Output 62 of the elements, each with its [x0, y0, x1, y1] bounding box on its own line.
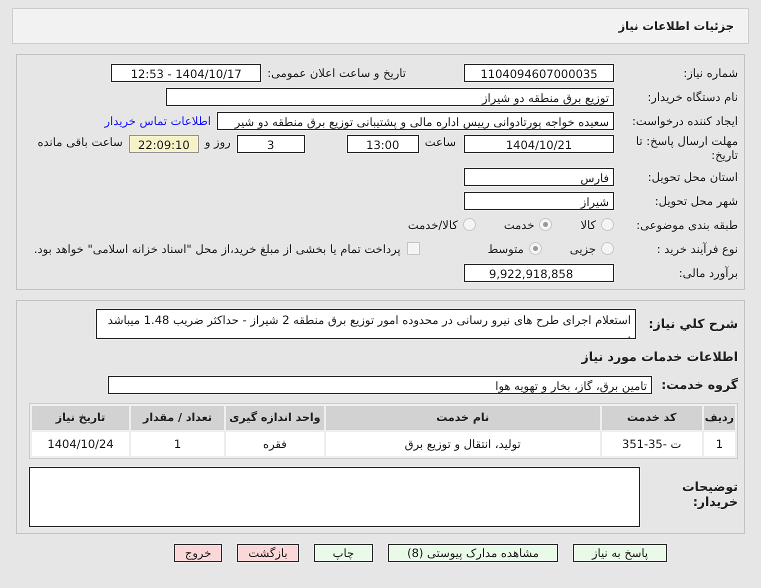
action-button[interactable]: مشاهده مدارک پیوستی (8): [388, 544, 558, 562]
text-field[interactable]: 1404/10/17 - 12:53: [111, 64, 262, 82]
field-label: شماره نیاز:: [682, 66, 738, 80]
radio-button[interactable]: [601, 242, 614, 256]
field-label: گروه خدمت:: [660, 377, 738, 392]
radio-label: کالا: [580, 218, 596, 232]
column-header: ردیف: [704, 406, 735, 430]
description-field[interactable]: استعلام اجرای طرح های نیرو رسانی در محدوده امور توزیع برق منطقه 2 شیراز - حداکثر ضریب 1.48 میباشد .: [96, 308, 636, 339]
table-cell: فقره: [226, 432, 324, 456]
action-button[interactable]: خروج: [174, 544, 222, 562]
text-field[interactable]: 1404/10/21: [464, 135, 614, 153]
column-header: تاریخ نیاز: [32, 406, 130, 430]
table-cell: ت -35-351: [602, 432, 702, 456]
field-label: ساعت: [424, 135, 456, 149]
text-field[interactable]: فارس: [464, 168, 614, 186]
radio-button[interactable]: [539, 218, 552, 232]
text-field[interactable]: 1104094607000035: [464, 64, 614, 82]
radio-button[interactable]: [528, 242, 542, 256]
column-header: نام خدمت: [326, 406, 600, 430]
action-button[interactable]: چاپ: [314, 544, 374, 562]
action-button[interactable]: پاسخ به نیاز: [572, 544, 668, 562]
field-label: نام دستگاه خریدار:: [646, 90, 738, 104]
table-cell: تولید، انتقال و توزیع برق: [326, 432, 600, 456]
field-label: شرح کلي نياز:: [648, 316, 738, 332]
radio-label: جزیی: [570, 242, 596, 256]
radio-button[interactable]: [601, 218, 614, 232]
table-cell: 1404/10/24: [32, 432, 130, 456]
field-label: توضیحات خریدار:: [681, 478, 738, 509]
field-label: طبقه بندی موضوعی:: [635, 218, 738, 232]
text-field[interactable]: توزیع برق منطقه دو شیراز: [166, 88, 614, 106]
text-field[interactable]: 9,922,918,858: [464, 264, 614, 282]
action-button[interactable]: بازگشت: [237, 544, 299, 562]
field-label: استان محل تحویل:: [646, 170, 738, 184]
notes-field[interactable]: [29, 466, 640, 527]
text-field[interactable]: 3: [236, 135, 305, 153]
column-header: کد خدمت: [602, 406, 702, 430]
text-field[interactable]: شیراز: [464, 192, 614, 210]
checkbox[interactable]: [406, 242, 420, 256]
field-label: برآورد مالی:: [678, 266, 738, 280]
text-field[interactable]: 13:00: [346, 135, 419, 153]
text-field[interactable]: تامین برق، گاز، بخار و تهویه هوا: [108, 376, 652, 394]
radio-label: کالا/خدمت: [408, 218, 458, 232]
field-label: ساعت باقی مانده: [38, 135, 123, 149]
field-label: ایجاد کننده درخواست:: [631, 114, 738, 128]
section-title: اطلاعات خدمات مورد نیاز: [582, 349, 738, 364]
radio-label: خدمت: [504, 218, 534, 232]
column-header: واحد اندازه گیری: [226, 406, 324, 430]
field-label: تاریخ و ساعت اعلان عمومی:: [267, 66, 406, 80]
checkbox-label: پرداخت تمام یا بخشی از مبلغ خرید،از محل "اسناد خزانه اسلامی" خواهد بود.: [34, 242, 401, 256]
contact-link[interactable]: اطلاعات تماس خریدار: [104, 114, 211, 128]
text-field[interactable]: سعیده خواجه پورتادوانی رییس اداره مالی و پشتیبانی توزیع برق منطقه دو شیر: [217, 112, 614, 130]
field-label: نوع فرآیند خرید :: [656, 242, 738, 256]
radio-label: متوسط: [488, 242, 524, 256]
field-label: روز و: [204, 135, 231, 149]
field-label: مهلت ارسال پاسخ: تا تاریخ:: [634, 135, 738, 163]
table-cell: 1: [704, 432, 735, 456]
field-label: شهر محل تحویل:: [654, 194, 738, 208]
radio-button[interactable]: [462, 218, 476, 232]
countdown-field: 22:09:10: [128, 135, 199, 153]
page-title: جزئیات اطلاعات نیاز: [618, 19, 734, 33]
table-cell: 1: [131, 432, 224, 456]
column-header: تعداد / مقدار: [131, 406, 224, 430]
